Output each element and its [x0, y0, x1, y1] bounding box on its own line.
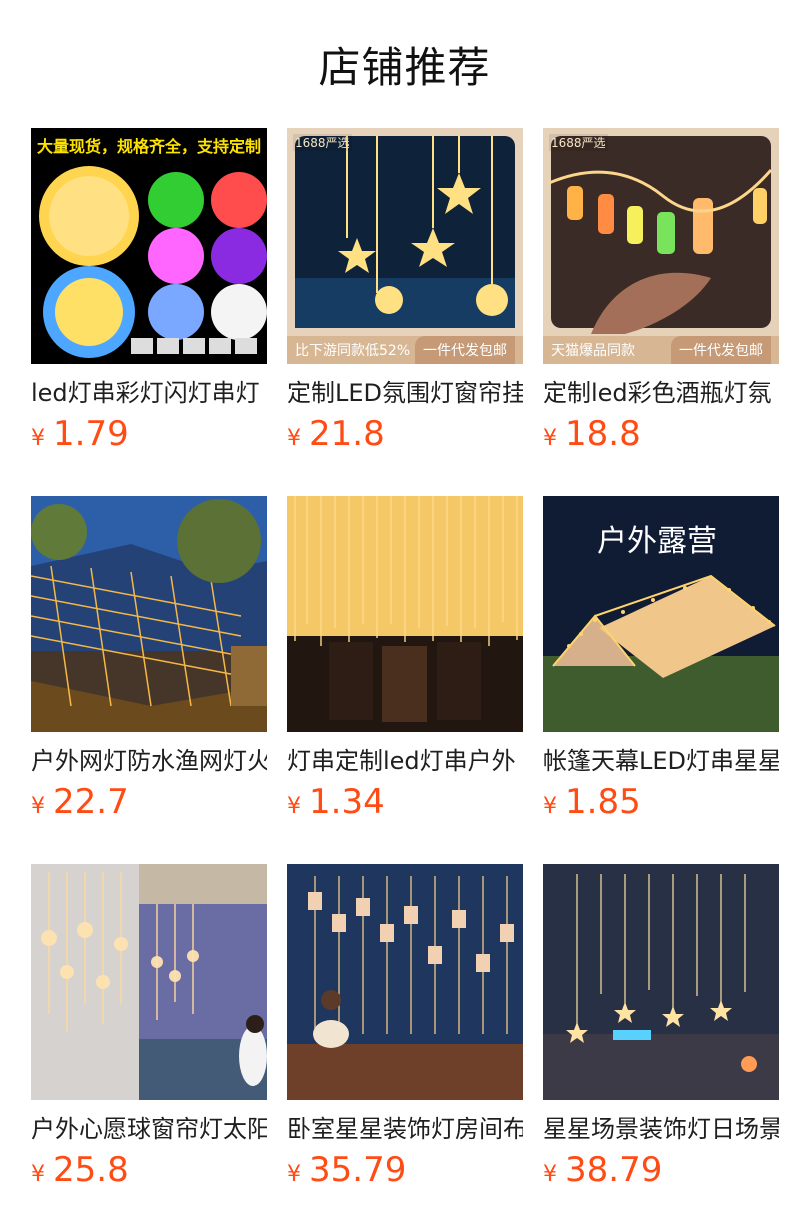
product-image-4[interactable]	[31, 496, 267, 732]
product-image-art-4	[31, 496, 267, 732]
product-image-art-5	[287, 496, 523, 732]
product-card-7[interactable]: 户外心愿球窗帘灯太阳 ¥ 25.8	[31, 864, 267, 1232]
price-value: 35.79	[309, 1150, 407, 1190]
price-value: 21.8	[309, 414, 385, 454]
product-image-badge-3: 1688严选	[549, 134, 608, 151]
product-image-art-8	[287, 864, 523, 1100]
price-value: 25.8	[53, 1150, 129, 1190]
product-image-3[interactable]: 1688严选 天猫爆品同款 一件代发包邮	[543, 128, 779, 364]
currency-symbol: ¥	[543, 794, 557, 819]
product-image-badge-2: 1688严选	[293, 134, 352, 151]
product-price: ¥ 38.79	[543, 1150, 779, 1192]
product-image-left-2: 比下游同款低52%	[295, 343, 411, 359]
product-image-art-3	[543, 128, 779, 364]
price-value: 22.7	[53, 782, 129, 822]
page-title: 店铺推荐	[318, 42, 491, 92]
product-image-5[interactable]	[287, 496, 523, 732]
currency-symbol: ¥	[287, 794, 301, 819]
product-card-1[interactable]: 大量现货，规格齐全，支持定制 led灯串彩灯闪灯串灯 ¥ 1.79	[31, 128, 267, 496]
product-image-right-3: 一件代发包邮	[671, 336, 771, 364]
product-image-right-2: 一件代发包邮	[415, 336, 515, 364]
product-card-3[interactable]: 1688严选 天猫爆品同款 一件代发包邮 定制led彩色酒瓶灯氛 ¥ 18.8	[543, 128, 779, 496]
product-image-6[interactable]: 户外露营	[543, 496, 779, 732]
product-image-7[interactable]	[31, 864, 267, 1100]
currency-symbol: ¥	[31, 426, 45, 451]
product-name[interactable]: 灯串定制led灯串户外	[287, 744, 523, 778]
product-image-8[interactable]	[287, 864, 523, 1100]
product-image-9[interactable]	[543, 864, 779, 1100]
price-value: 1.79	[53, 414, 129, 454]
product-grid: 大量现货，规格齐全，支持定制 led灯串彩灯闪灯串灯 ¥ 1.79 1688严选…	[31, 128, 779, 1232]
product-image-text-1: 大量现货，规格齐全，支持定制	[31, 128, 267, 162]
product-card-5[interactable]: 灯串定制led灯串户外 ¥ 1.34	[287, 496, 523, 864]
product-card-4[interactable]: 户外网灯防水渔网灯火 ¥ 22.7	[31, 496, 267, 864]
product-image-1[interactable]: 大量现货，规格齐全，支持定制	[31, 128, 267, 364]
currency-symbol: ¥	[287, 1162, 301, 1187]
product-card-8[interactable]: 卧室星星装饰灯房间布 ¥ 35.79	[287, 864, 523, 1232]
currency-symbol: ¥	[31, 794, 45, 819]
price-value: 38.79	[565, 1150, 663, 1190]
product-name[interactable]: 定制led彩色酒瓶灯氛	[543, 376, 779, 410]
product-image-left-3: 天猫爆品同款	[551, 343, 635, 359]
product-name[interactable]: 户外网灯防水渔网灯火	[31, 744, 267, 778]
product-name[interactable]: 星星场景装饰灯日场景	[543, 1112, 779, 1146]
product-price: ¥ 1.79	[31, 414, 267, 456]
product-card-2[interactable]: 1688严选 比下游同款低52% 一件代发包邮 定制LED氛围灯窗帘挂 ¥ 21…	[287, 128, 523, 496]
price-value: 1.34	[309, 782, 385, 822]
product-name[interactable]: 定制LED氛围灯窗帘挂	[287, 376, 523, 410]
product-image-art-9	[543, 864, 779, 1100]
product-image-art-7	[31, 864, 267, 1100]
product-card-9[interactable]: 星星场景装饰灯日场景 ¥ 38.79	[543, 864, 779, 1232]
product-name[interactable]: 卧室星星装饰灯房间布	[287, 1112, 523, 1146]
product-image-art-1	[31, 128, 267, 364]
product-image-bottom-2: 比下游同款低52% 一件代发包邮	[287, 336, 523, 364]
product-name[interactable]: 户外心愿球窗帘灯太阳	[31, 1112, 267, 1146]
product-price: ¥ 25.8	[31, 1150, 267, 1192]
product-price: ¥ 1.85	[543, 782, 779, 824]
currency-symbol: ¥	[287, 426, 301, 451]
price-value: 18.8	[565, 414, 641, 454]
product-name[interactable]: led灯串彩灯闪灯串灯	[31, 376, 267, 410]
product-image-2[interactable]: 1688严选 比下游同款低52% 一件代发包邮	[287, 128, 523, 364]
store-recommendations-page: 店铺推荐 大量现货，规格齐全，支持定制 led灯串彩灯闪灯串灯 ¥ 1.79 1…	[0, 0, 790, 1232]
product-name[interactable]: 帐篷天幕LED灯串星星	[543, 744, 779, 778]
currency-symbol: ¥	[31, 1162, 45, 1187]
product-price: ¥ 22.7	[31, 782, 267, 824]
currency-symbol: ¥	[543, 426, 557, 451]
product-card-6[interactable]: 户外露营 帐篷天幕LED灯串星星 ¥ 1.85	[543, 496, 779, 864]
product-price: ¥ 18.8	[543, 414, 779, 456]
product-price: ¥ 21.8	[287, 414, 523, 456]
price-value: 1.85	[565, 782, 641, 822]
product-image-text-6: 户外露营	[597, 524, 717, 559]
product-price: ¥ 1.34	[287, 782, 523, 824]
product-price: ¥ 35.79	[287, 1150, 523, 1192]
product-image-bottom-3: 天猫爆品同款 一件代发包邮	[543, 336, 779, 364]
product-image-art-2	[287, 128, 523, 364]
currency-symbol: ¥	[543, 1162, 557, 1187]
